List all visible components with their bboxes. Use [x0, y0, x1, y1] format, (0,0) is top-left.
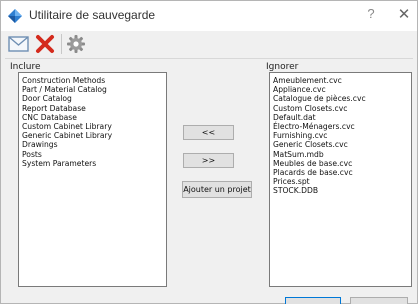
- list-item[interactable]: Generic Cabinet Library: [22, 131, 166, 140]
- cancel-button[interactable]: [350, 297, 408, 304]
- backup-utility-window: Utilitaire de sauvegarde ? ✕ Inclure Con…: [0, 0, 418, 304]
- list-item[interactable]: Construction Methods: [22, 76, 166, 85]
- list-item[interactable]: Generic Closets.cvc: [273, 140, 411, 149]
- list-item[interactable]: Placards de base.cvc: [273, 168, 411, 177]
- list-item[interactable]: Custom Closets.cvc: [273, 104, 411, 113]
- move-left-button[interactable]: <<: [183, 125, 234, 140]
- list-item[interactable]: System Parameters: [22, 159, 166, 168]
- list-item[interactable]: Default.dat: [273, 113, 411, 122]
- toolbar-divider: [5, 58, 413, 59]
- envelope-icon[interactable]: [7, 33, 31, 55]
- app-diamond-icon: [7, 8, 23, 24]
- list-item[interactable]: Posts: [22, 150, 166, 159]
- list-item[interactable]: Meubles de base.cvc: [273, 159, 411, 168]
- list-item[interactable]: Prices.spt: [273, 177, 411, 186]
- ignore-label: Ignorer: [266, 62, 299, 72]
- list-item[interactable]: Part / Material Catalog: [22, 85, 166, 94]
- list-item[interactable]: Ameublement.cvc: [273, 76, 411, 85]
- include-label: Inclure: [10, 62, 41, 72]
- list-item[interactable]: Électro-Ménagers.cvc: [273, 122, 411, 131]
- list-item[interactable]: Furnishing.cvc: [273, 131, 411, 140]
- window-title: Utilitaire de sauvegarde: [29, 8, 156, 22]
- add-project-button[interactable]: Ajouter un projet: [182, 181, 252, 198]
- include-list[interactable]: Construction Methods Part / Material Cata…: [18, 72, 167, 287]
- list-item[interactable]: Drawings: [22, 140, 166, 149]
- list-item[interactable]: STOCK.DDB: [273, 186, 411, 195]
- list-item[interactable]: Catalogue de pièces.cvc: [273, 94, 411, 103]
- list-item[interactable]: Appliance.cvc: [273, 85, 411, 94]
- toolbar-separator: [61, 34, 62, 54]
- list-item[interactable]: CNC Database: [22, 113, 166, 122]
- close-button[interactable]: ✕: [395, 5, 413, 25]
- list-item[interactable]: Report Database: [22, 104, 166, 113]
- list-item[interactable]: MatSum.mdb: [273, 150, 411, 159]
- gear-icon[interactable]: [65, 33, 87, 55]
- title-bar: Utilitaire de sauvegarde ? ✕: [1, 1, 417, 31]
- list-item[interactable]: Custom Cabinet Library: [22, 122, 166, 131]
- help-button[interactable]: ?: [362, 6, 380, 26]
- ignore-list[interactable]: Ameublement.cvc Appliance.cvc Catalogue de…: [269, 72, 412, 287]
- move-right-button[interactable]: >>: [183, 153, 234, 168]
- red-x-icon[interactable]: [34, 33, 56, 55]
- ok-button[interactable]: [285, 297, 341, 304]
- list-item[interactable]: Door Catalog: [22, 94, 166, 103]
